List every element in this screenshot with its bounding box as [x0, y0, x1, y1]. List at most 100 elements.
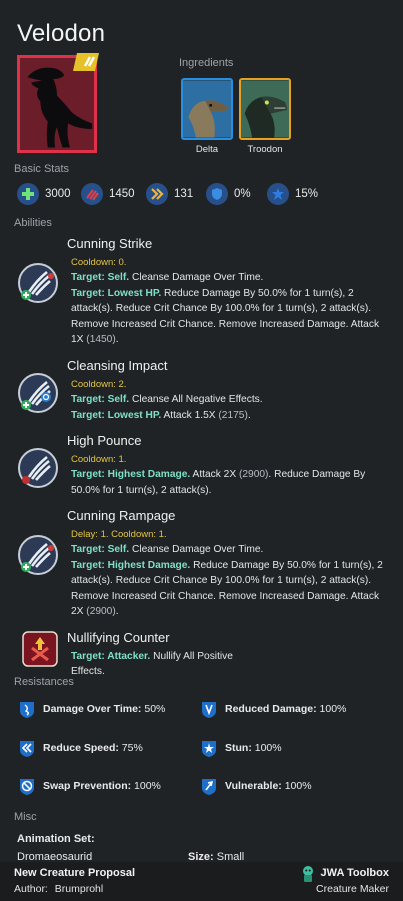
resistances-label: Resistances — [14, 676, 74, 688]
resistance-stun: Stun: 100% — [199, 738, 282, 758]
ability-target: Target: Highest Damage. — [71, 559, 191, 571]
resistance-reduced-damage-name: Reduced Damage: — [225, 703, 317, 715]
ingredient-troodon-card[interactable] — [239, 78, 291, 140]
vulnerable-resist-icon — [202, 779, 216, 795]
ability-cooldown: Cooldown: 0. — [71, 257, 127, 268]
ingredient-delta-name: Delta — [195, 144, 219, 155]
cleanse-claw-icon — [17, 372, 59, 414]
ability-name: Cunning Strike — [67, 236, 153, 251]
resistance-reduce-speed-name: Reduce Speed: — [43, 742, 119, 754]
animation-set-label: Animation Set: — [17, 833, 95, 845]
ability-description: Cooldown: 0. Target: Self. Cleanse Damage… — [71, 255, 389, 347]
ability-name: High Pounce — [67, 433, 142, 448]
ability-effect-text: Cleanse Damage Over Time. — [129, 272, 264, 284]
ability-description: Delay: 1. Cooldown: 1. Target: Self. Clea… — [71, 527, 389, 619]
resistance-reduce-speed: Reduce Speed: 75% — [17, 738, 143, 758]
ability-description: Cooldown: 1. Target: Highest Damage. Atta… — [71, 452, 389, 498]
claw-strike-icon — [17, 262, 59, 304]
abilities-label: Abilities — [14, 217, 52, 229]
ability-description-line: 50.0% for 1 turn(s), 2 attack(s). — [71, 483, 389, 498]
misc-label: Misc — [14, 811, 37, 823]
resistance-vulnerable-value: 100% — [284, 780, 312, 792]
stat-crit-value: 15% — [295, 188, 319, 200]
ability-damage-value: (1450) — [86, 334, 116, 346]
ability-effect-text: . — [115, 606, 119, 618]
ingredient-delta-card[interactable] — [181, 78, 233, 140]
ability-effect-text: Effects. — [71, 666, 105, 678]
rampage-claw-icon — [17, 534, 59, 576]
counter-icon — [19, 628, 58, 667]
ability-target: Target: Lowest HP. — [71, 287, 162, 299]
resistance-stun-name: Stun: — [225, 742, 252, 754]
ability-target: Target: Lowest HP. — [71, 409, 162, 421]
resistance-swap-prevention-value: 100% — [134, 780, 161, 792]
swap-prevention-resist-icon — [20, 779, 34, 795]
ability-damage-value: (2900) — [238, 469, 269, 481]
ability-description-line: Remove Increased Crit Chance. Remove Inc… — [71, 317, 389, 332]
ability-effect-text: . Reduce Damage By — [268, 469, 366, 481]
ability-effect-text: Cleanse Damage Over Time. — [129, 544, 264, 556]
ability-description-line: Target: Self. Cleanse Damage Over Time. — [71, 270, 389, 285]
health-icon — [17, 183, 39, 205]
stat-crit: 15% — [267, 183, 318, 205]
ability-description-line: Target: Lowest HP. Reduce Damage By 50.0… — [71, 286, 389, 301]
ability-effect-text: attack(s). Reduce Crit Chance By 100.0% … — [71, 575, 372, 587]
ability-target: Target: Highest Damage. — [71, 469, 191, 481]
armor-icon — [206, 183, 228, 205]
reduced-damage-resist-icon — [202, 702, 216, 718]
author-label: Author: — [14, 883, 48, 895]
ability-effect-text: Attack 1.5X — [161, 409, 219, 421]
ability-effect-text: Reduce Damage By 50.0% for 1 turn(s), 2 — [161, 287, 354, 299]
resistance-vulnerable: Vulnerable: 100% — [199, 776, 312, 796]
ability-description-line: Target: Self. Cleanse Damage Over Time. — [71, 542, 389, 557]
ability-effect-text: Remove Increased Crit Chance. Remove Inc… — [71, 318, 380, 330]
app-name: JWA Toolbox — [320, 867, 389, 879]
rarity-badge-icon — [73, 53, 99, 71]
ability-effect-text: attack(s). Reduce Crit Chance By 100.0% … — [71, 303, 372, 315]
ability-description-line: Target: Lowest HP. Attack 1.5X (2175). — [71, 408, 389, 423]
ability-description-line: Remove Increased Crit Chance. Remove Inc… — [71, 589, 389, 604]
resistance-stun-value: 100% — [254, 742, 282, 754]
ability-name: Cunning Rampage — [67, 508, 176, 523]
ability-damage-value: (2900) — [86, 606, 116, 618]
ability-description-line: 2X (2900). — [71, 604, 389, 619]
ability-description-line: Target: Self. Cleanse All Negative Effec… — [71, 392, 389, 407]
resistance-vulnerable-name: Vulnerable: — [225, 780, 282, 792]
resistance-reduce-speed-value: 75% — [121, 742, 143, 754]
ability-description: Cooldown: 2. Target: Self. Cleanse All Ne… — [71, 377, 389, 423]
resistance-swap-prevention-name: Swap Prevention: — [43, 780, 132, 792]
ingredient-troodon-name: Troodon — [247, 144, 283, 155]
delta-portrait-icon — [183, 80, 231, 138]
ability-target: Target: Self. — [71, 394, 130, 406]
ability-description-line: Target: Attacker. Nullify All Positive — [71, 649, 389, 664]
jwa-toolbox-logo-icon — [303, 866, 313, 882]
author-name: Brumprohl — [54, 883, 104, 895]
ability-effect-text: 50.0% for 1 turn(s), 2 attack(s). — [71, 484, 212, 496]
resistance-dot-name: Damage Over Time: — [43, 703, 142, 715]
app-subtitle: Creature Maker — [316, 883, 389, 895]
crit-icon — [267, 183, 289, 205]
footer-bar: New Creature Proposal Author: Brumprohl … — [0, 862, 403, 901]
ability-cooldown: Cooldown: 2. — [71, 379, 127, 390]
author-line: Author: Brumprohl — [14, 883, 103, 895]
stat-damage: 1450 — [81, 183, 135, 205]
resistance-swap-prevention: Swap Prevention: 100% — [17, 776, 161, 796]
ability-description-line: Effects. — [71, 664, 389, 679]
ability-target: Target: Self. — [71, 272, 130, 284]
ability-effect-text: 1X — [71, 334, 87, 346]
resistance-reduced-damage: Reduced Damage: 100% — [199, 699, 346, 719]
ability-effect-text: Remove Increased Crit Chance. Remove Inc… — [71, 590, 380, 602]
ability-name: Nullifying Counter — [67, 630, 170, 645]
creature-name: Velodon — [17, 20, 106, 47]
ability-effect-text: Cleanse All Negative Effects. — [129, 394, 263, 406]
ability-effect-text: . — [115, 334, 119, 346]
reduce-speed-resist-icon — [20, 741, 34, 757]
ability-target: Target: Attacker. — [71, 651, 151, 662]
ability-description-line: attack(s). Reduce Crit Chance By 100.0% … — [71, 573, 389, 588]
ability-cooldown: Delay: 1. Cooldown: 1. — [71, 529, 167, 540]
dot-resist-icon — [20, 702, 34, 718]
troodon-portrait-icon — [241, 80, 289, 138]
stat-armor: 0% — [206, 183, 251, 205]
speed-icon — [146, 183, 168, 205]
stun-resist-icon — [202, 741, 216, 757]
